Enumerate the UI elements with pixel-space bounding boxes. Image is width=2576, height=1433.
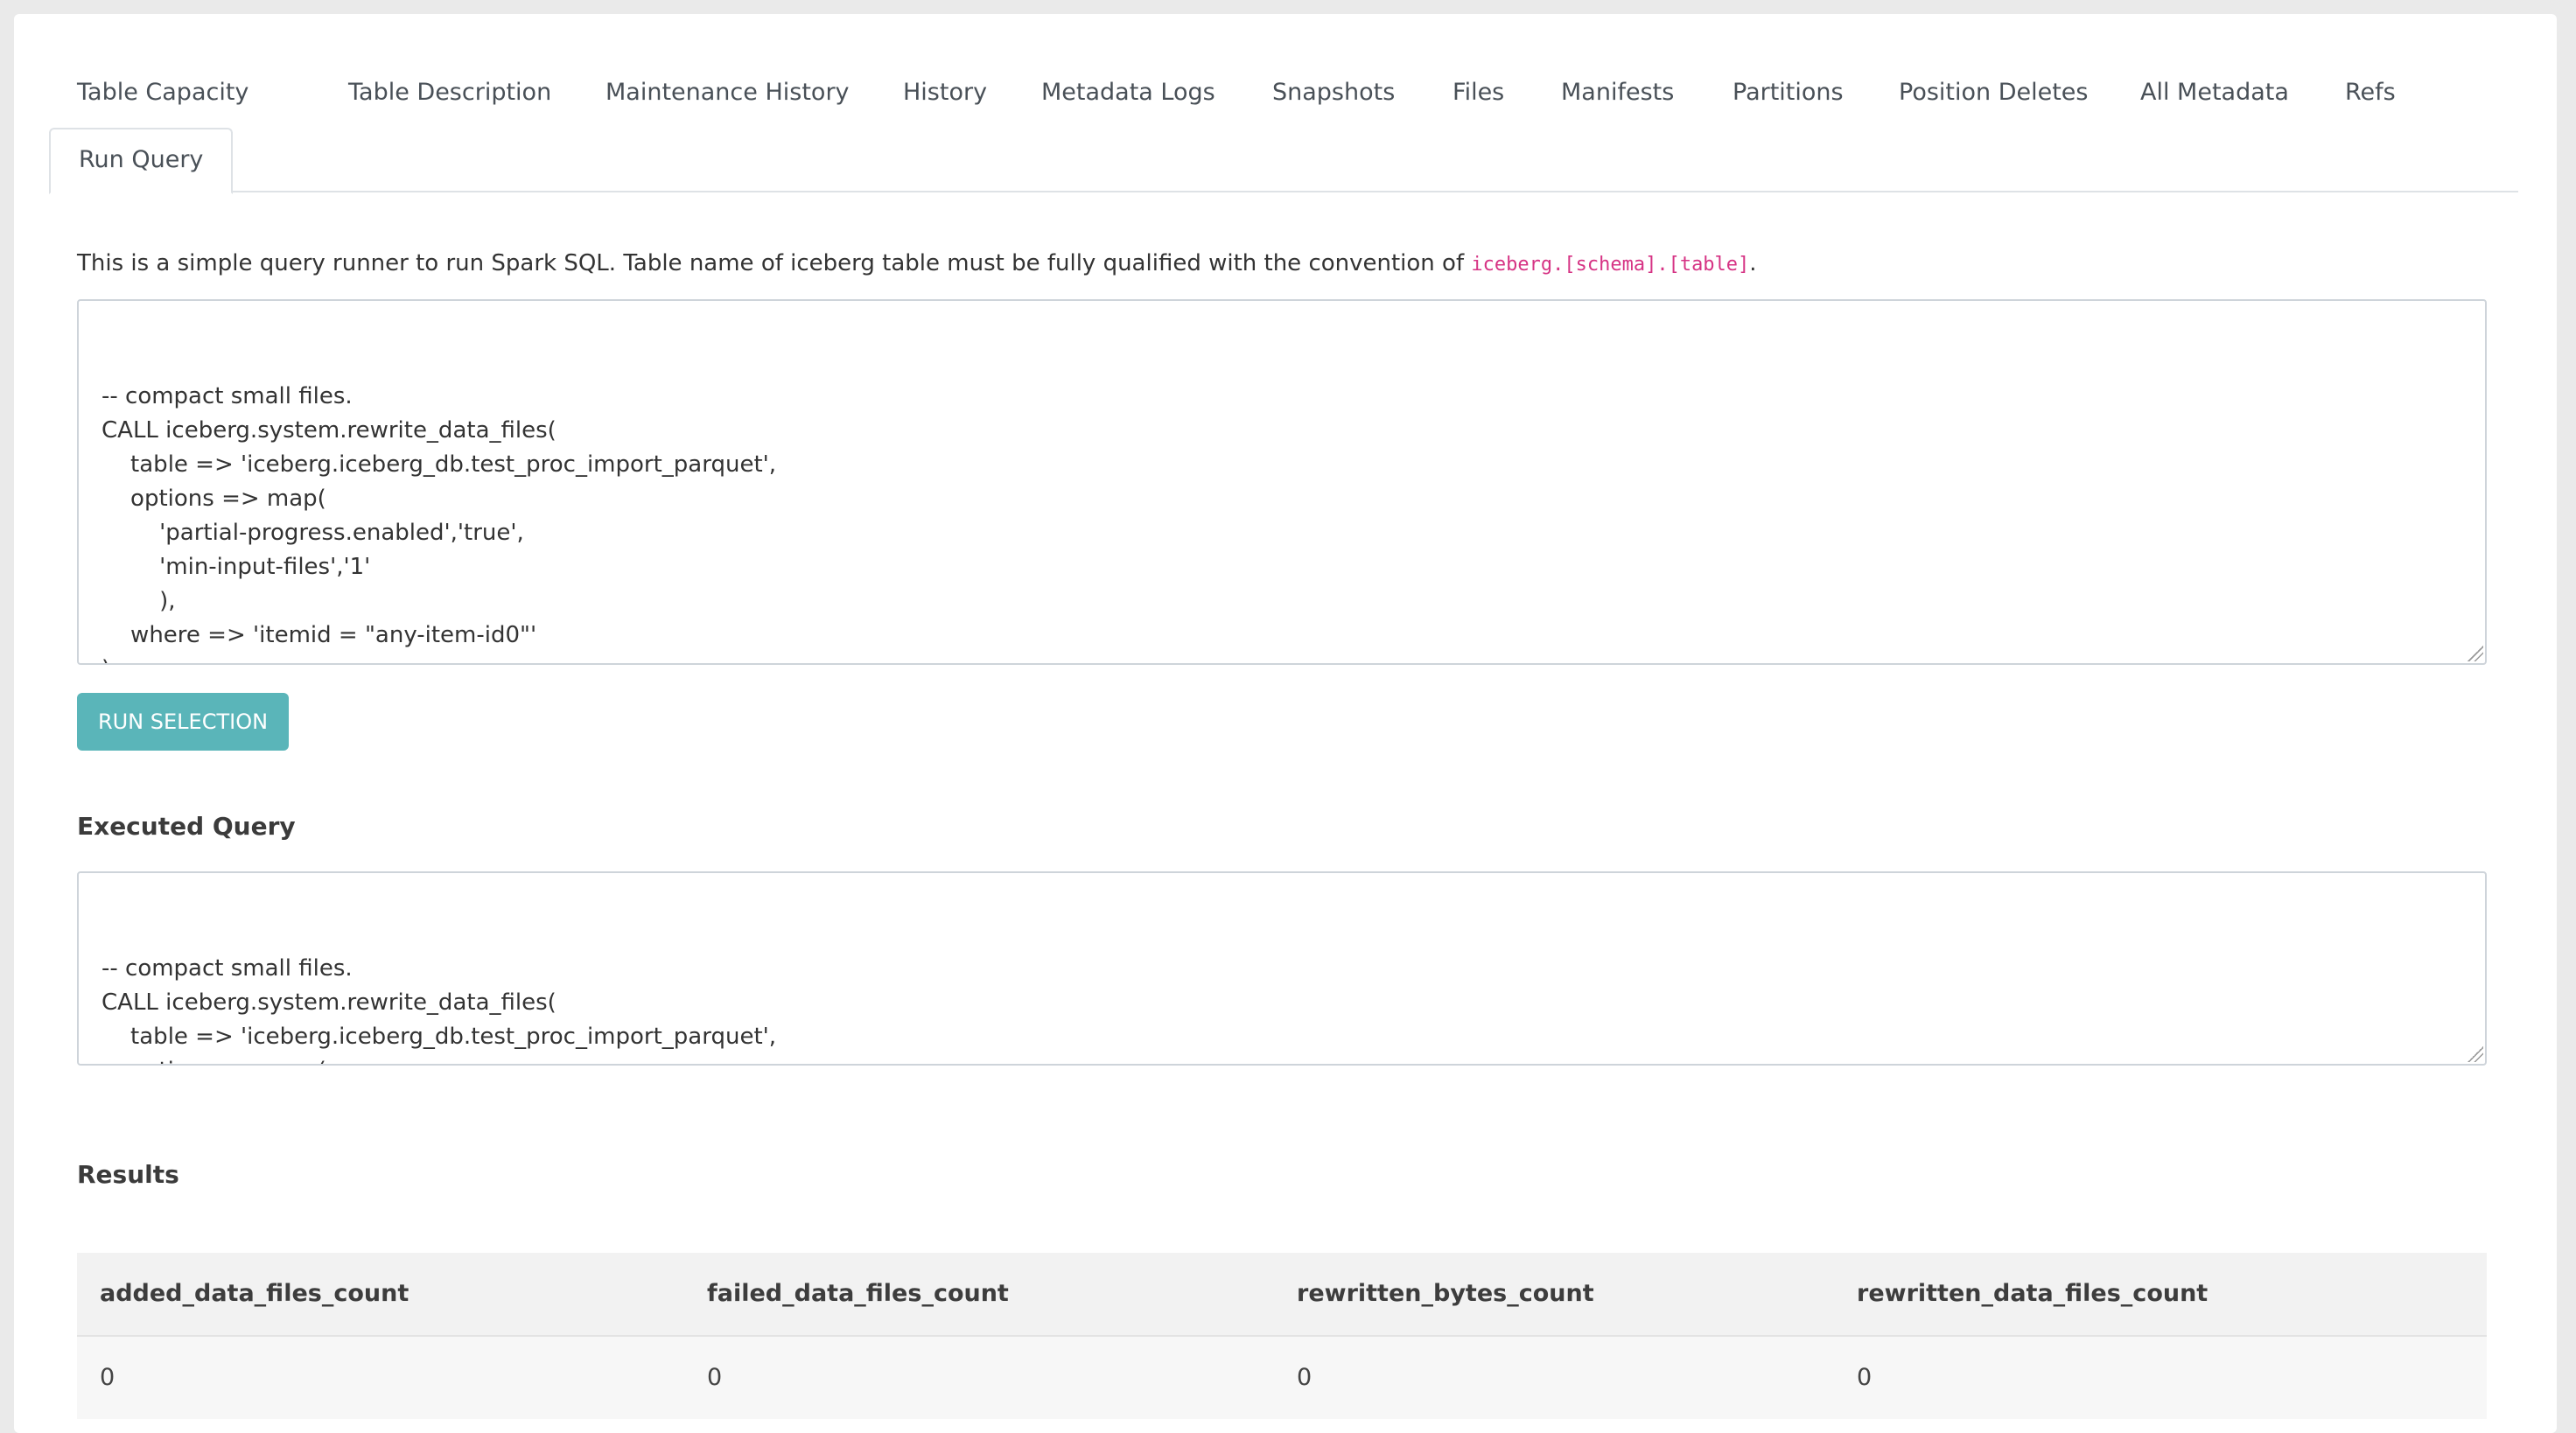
column-header-failed-data-files-count[interactable]: failed_data_files_count <box>707 1253 1009 1335</box>
code-table: .[table] <box>1656 254 1750 276</box>
table-cell: 0 <box>1857 1364 1872 1391</box>
tab-metadata-logs[interactable]: Metadata Logs <box>1041 79 1215 106</box>
resize-handle-icon[interactable] <box>2468 646 2483 661</box>
tab-bar: Table Capacity Table Description Mainten… <box>49 59 2518 194</box>
description-text: This is a simple query runner to run Spa… <box>77 250 1472 276</box>
resize-handle-icon[interactable] <box>2468 1046 2483 1062</box>
executed-query-box[interactable]: -- compact small files. CALL iceberg.sys… <box>77 871 2487 1066</box>
tab-table-description[interactable]: Table Description <box>348 79 551 106</box>
table-cell: 0 <box>1297 1364 1312 1391</box>
table-header-row: added_data_files_count failed_data_files… <box>77 1253 2487 1337</box>
code-schema: .[schema] <box>1552 254 1657 276</box>
tab-history[interactable]: History <box>903 79 987 106</box>
run-selection-button[interactable]: RUN SELECTION <box>77 693 289 751</box>
table-cell: 0 <box>100 1364 116 1391</box>
query-runner-description: This is a simple query runner to run Spa… <box>77 250 1757 276</box>
column-header-added-data-files-count[interactable]: added_data_files_count <box>100 1253 409 1335</box>
results-heading: Results <box>77 1160 179 1189</box>
tab-table-capacity[interactable]: Table Capacity <box>77 79 248 106</box>
convention-code: iceberg.[schema].[table] <box>1471 254 1749 276</box>
column-header-rewritten-bytes-count[interactable]: rewritten_bytes_count <box>1297 1253 1594 1335</box>
query-editor[interactable]: -- compact small files. CALL iceberg.sys… <box>77 299 2487 665</box>
results-table: added_data_files_count failed_data_files… <box>77 1253 2487 1419</box>
table-row: 0 0 0 0 <box>77 1337 2487 1419</box>
tab-manifests[interactable]: Manifests <box>1561 79 1674 106</box>
tab-all-metadata[interactable]: All Metadata <box>2140 79 2289 106</box>
main-card: Table Capacity Table Description Mainten… <box>14 14 2557 1433</box>
code-catalog: iceberg <box>1471 254 1553 276</box>
description-suffix: . <box>1749 250 1757 276</box>
executed-query-heading: Executed Query <box>77 812 296 841</box>
executed-query-text: -- compact small files. CALL iceberg.sys… <box>102 955 777 1064</box>
query-text: -- compact small files. CALL iceberg.sys… <box>102 383 777 663</box>
tab-run-query[interactable]: Run Query <box>49 128 234 194</box>
tab-files[interactable]: Files <box>1452 79 1504 106</box>
column-header-rewritten-data-files-count[interactable]: rewritten_data_files_count <box>1857 1253 2208 1335</box>
tab-refs[interactable]: Refs <box>2345 79 2396 106</box>
tab-partitions[interactable]: Partitions <box>1732 79 1844 106</box>
tab-snapshots[interactable]: Snapshots <box>1272 79 1395 106</box>
tab-position-deletes[interactable]: Position Deletes <box>1899 79 2089 106</box>
table-cell: 0 <box>707 1364 723 1391</box>
tab-maintenance-history[interactable]: Maintenance History <box>606 79 850 106</box>
